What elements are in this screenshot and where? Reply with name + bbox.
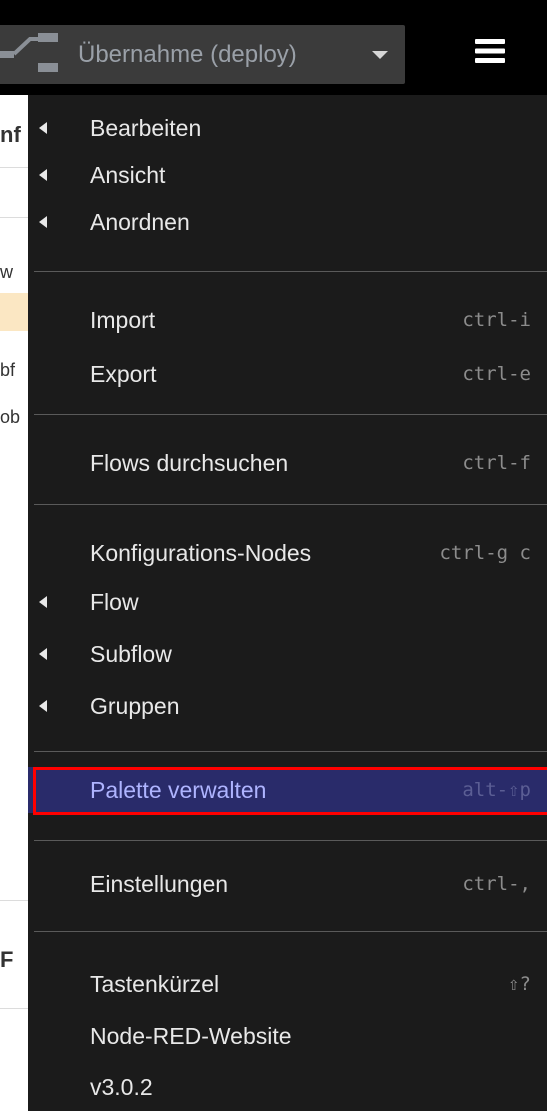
- hamburger-menu-icon[interactable]: [475, 38, 505, 64]
- divider: [0, 217, 28, 218]
- menu-divider: [34, 414, 547, 415]
- menu-item-label: Subflow: [90, 641, 172, 667]
- menu-item-groups[interactable]: Gruppen: [28, 683, 547, 727]
- caret-left-icon: [39, 216, 47, 228]
- deploy-button[interactable]: Übernahme (deploy): [0, 25, 405, 84]
- menu-item-config-nodes[interactable]: Konfigurations-Nodes ctrl-g c: [28, 530, 547, 574]
- menu-shortcut: ctrl-g c: [439, 542, 531, 564]
- menu-divider: [34, 504, 547, 505]
- menu-divider: [34, 271, 547, 272]
- menu-item-label: Flow: [90, 589, 139, 615]
- menu-item-search-flows[interactable]: Flows durchsuchen ctrl-f: [28, 440, 547, 484]
- menu-item-label: Ansicht: [90, 162, 166, 188]
- deploy-label: Übernahme (deploy): [78, 41, 297, 68]
- caret-left-icon: [39, 596, 47, 608]
- menu-item-label: Import: [90, 307, 156, 333]
- caret-left-icon: [39, 169, 47, 181]
- menu-item-label: v3.0.2: [90, 1074, 153, 1100]
- menu-shortcut: ctrl-,: [462, 873, 531, 895]
- menu-shortcut: ⇧?: [508, 973, 531, 995]
- background-text: w: [0, 262, 13, 282]
- menu-item-arrange[interactable]: Anordnen: [28, 199, 547, 243]
- divider: [0, 900, 28, 901]
- menu-item-label: Node-RED-Website: [90, 1023, 292, 1049]
- caret-left-icon: [39, 648, 47, 660]
- caret-left-icon: [39, 700, 47, 712]
- background-text: F: [0, 947, 14, 972]
- menu-shortcut: ctrl-f: [462, 452, 531, 474]
- menu-divider: [34, 751, 547, 752]
- background-text: nf: [0, 122, 21, 147]
- header-toolbar: Übernahme (deploy): [0, 0, 547, 95]
- menu-item-label: Gruppen: [90, 693, 180, 719]
- menu-item-export[interactable]: Export ctrl-e: [28, 351, 547, 395]
- menu-divider: [34, 840, 547, 841]
- menu-item-website[interactable]: Node-RED-Website: [28, 1013, 547, 1057]
- menu-shortcut: ctrl-e: [462, 363, 531, 385]
- caret-left-icon: [39, 122, 47, 134]
- divider: [0, 167, 28, 168]
- main-menu: Bearbeiten Ansicht Anordnen Import ctrl-…: [28, 95, 547, 1111]
- menu-item-label: Bearbeiten: [90, 115, 202, 141]
- menu-item-version[interactable]: v3.0.2: [28, 1064, 547, 1108]
- menu-item-label: Konfigurations-Nodes: [90, 540, 312, 566]
- menu-item-subflow[interactable]: Subflow: [28, 631, 547, 675]
- background-node: [0, 293, 28, 331]
- workspace-background: nf w bf ob F: [0, 95, 28, 1111]
- caret-down-icon[interactable]: [370, 49, 390, 61]
- menu-shortcut: alt-⇧p: [462, 779, 531, 801]
- menu-item-label: Export: [90, 361, 157, 387]
- menu-item-manage-palette[interactable]: Palette verwalten alt-⇧p: [28, 767, 547, 813]
- menu-divider: [34, 931, 547, 932]
- menu-item-settings[interactable]: Einstellungen ctrl-,: [28, 861, 547, 905]
- divider: [0, 1008, 28, 1009]
- menu-item-keyboard-shortcuts[interactable]: Tastenkürzel ⇧?: [28, 961, 547, 1005]
- menu-item-label: Tastenkürzel: [90, 971, 220, 997]
- background-text: ob: [0, 407, 21, 427]
- menu-item-edit[interactable]: Bearbeiten: [28, 105, 547, 149]
- deploy-icon: [0, 33, 58, 72]
- menu-item-label: Anordnen: [90, 209, 190, 235]
- menu-item-flow[interactable]: Flow: [28, 579, 547, 623]
- menu-shortcut: ctrl-i: [462, 309, 531, 331]
- background-text: bf: [0, 360, 16, 380]
- menu-item-import[interactable]: Import ctrl-i: [28, 297, 547, 341]
- menu-item-label: Flows durchsuchen: [90, 450, 289, 476]
- menu-item-label: Einstellungen: [90, 871, 229, 897]
- menu-item-view[interactable]: Ansicht: [28, 152, 547, 196]
- menu-item-label: Palette verwalten: [90, 777, 267, 803]
